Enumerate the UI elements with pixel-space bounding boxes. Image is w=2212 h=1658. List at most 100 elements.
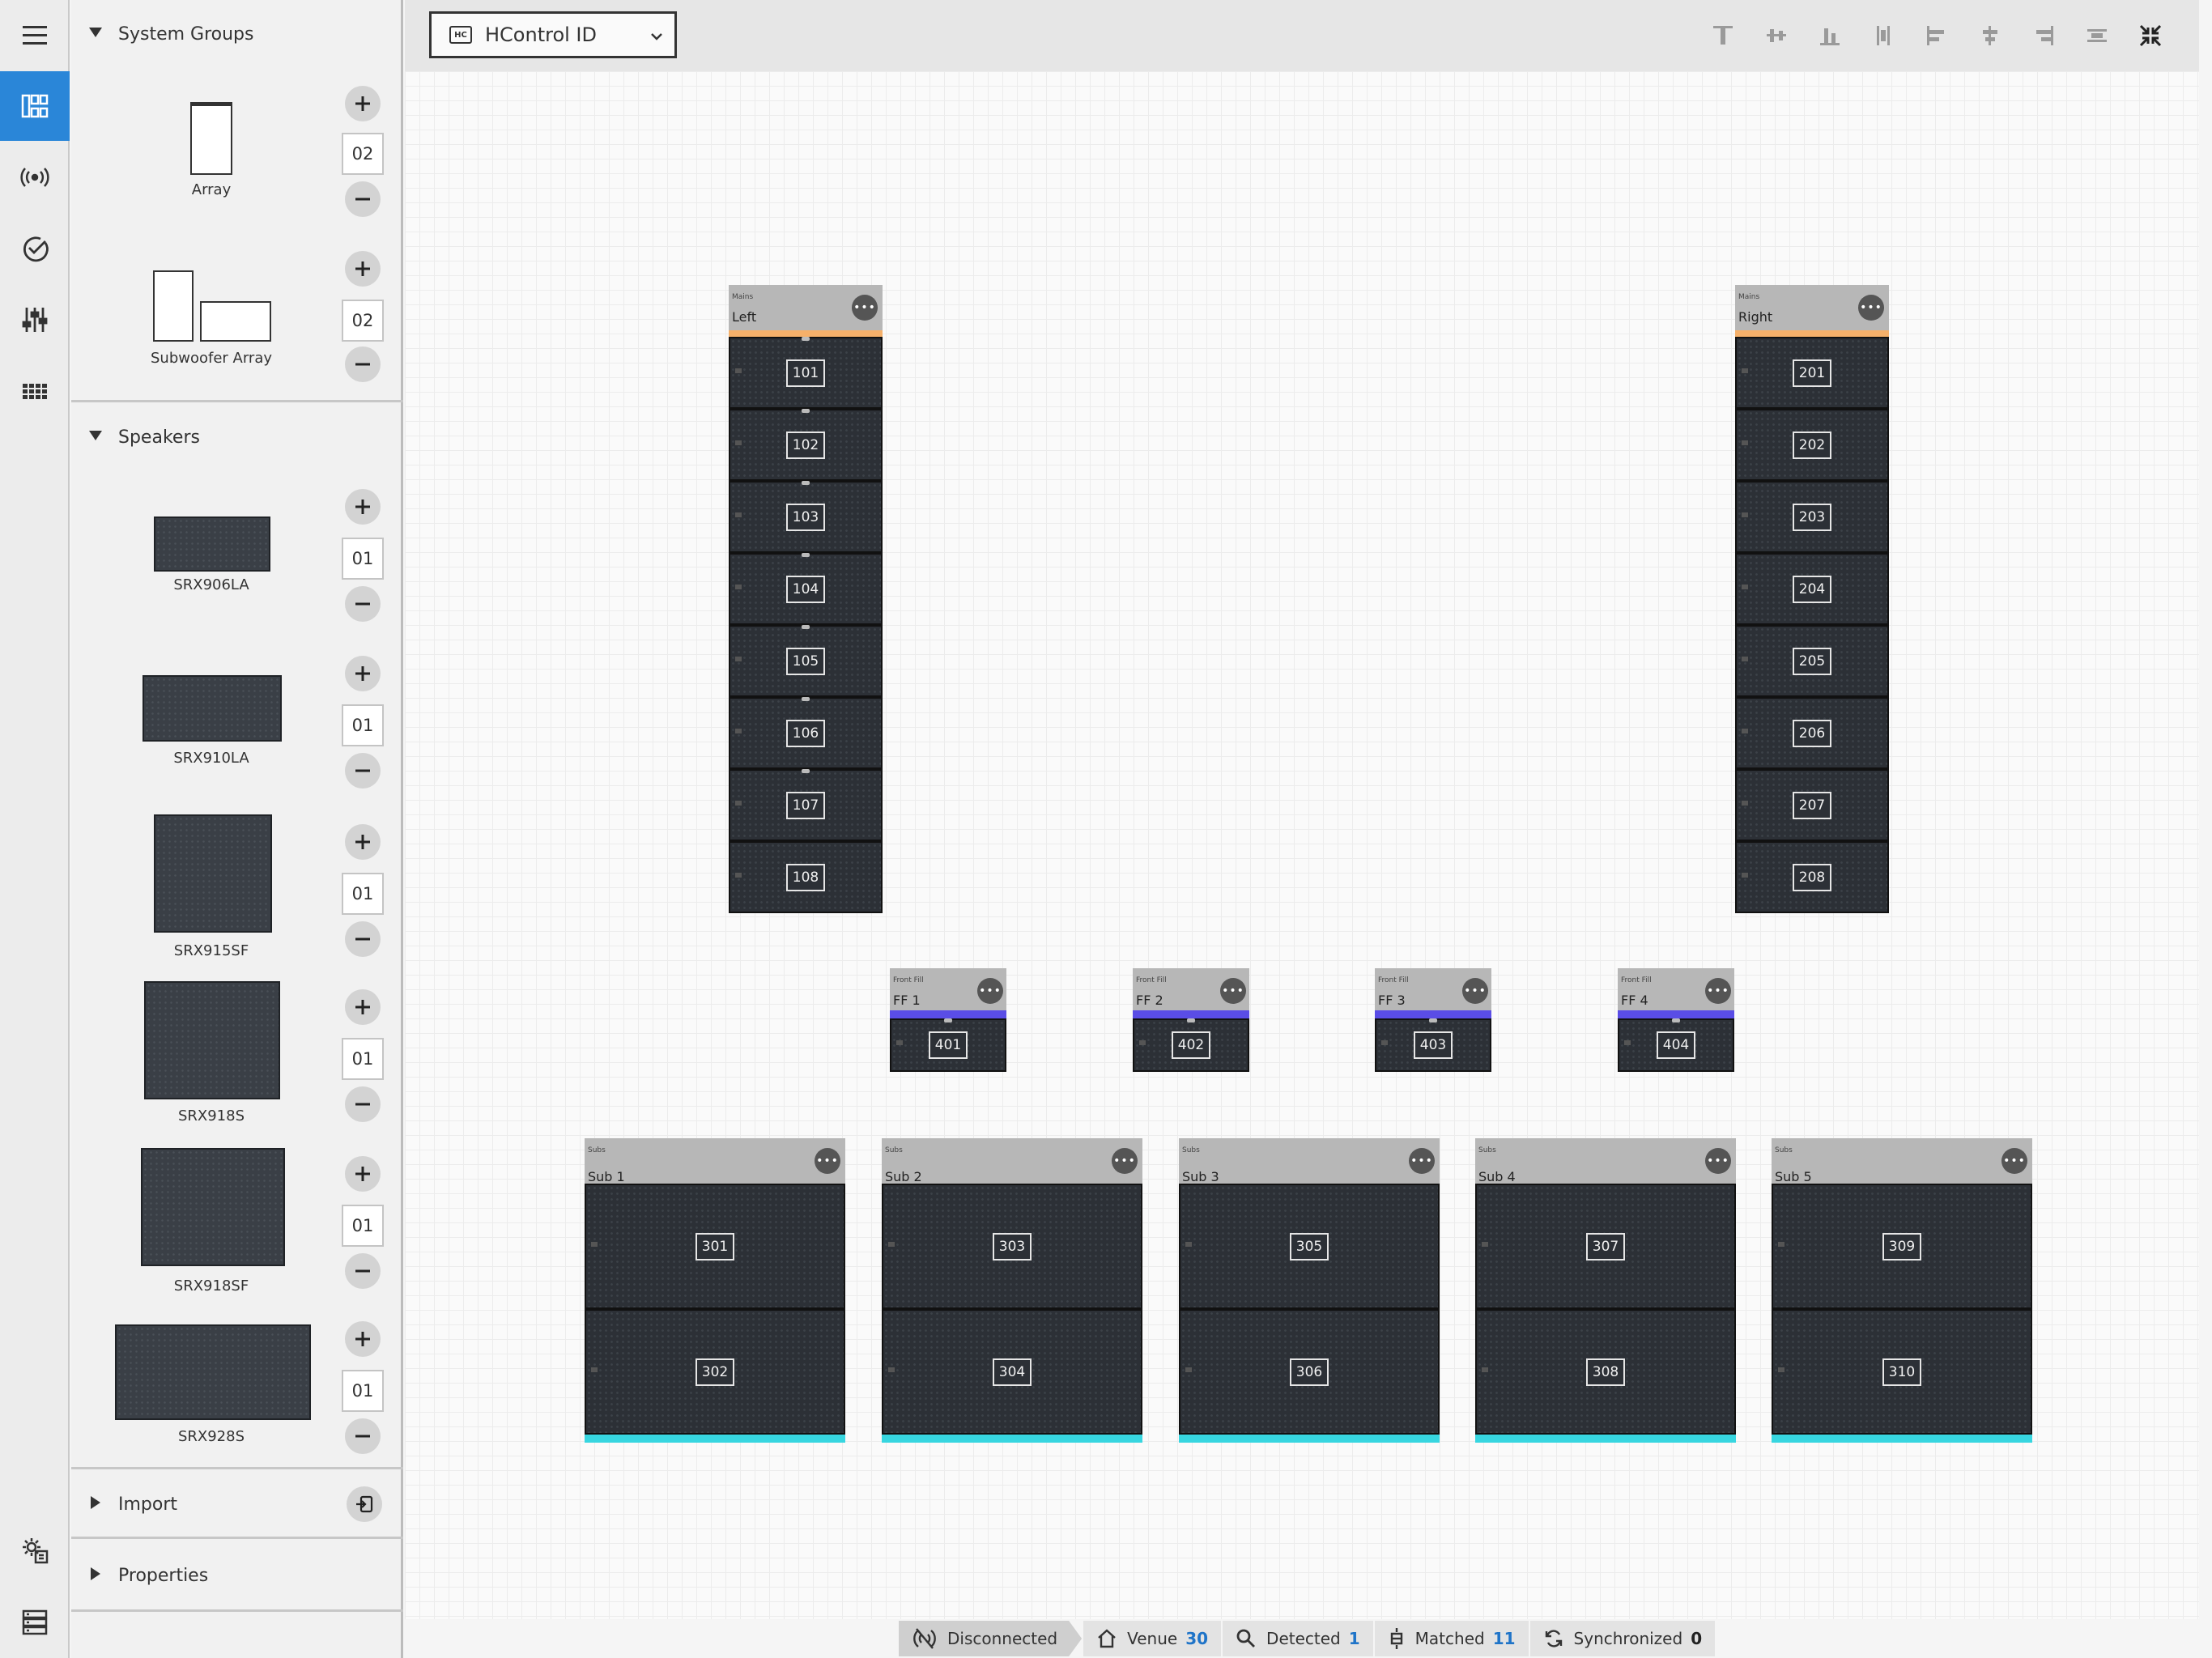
- more-options-icon[interactable]: •••: [852, 295, 878, 321]
- detected-status[interactable]: Detected 1: [1223, 1621, 1373, 1656]
- library-item-srx918sf[interactable]: SRX918SF 01: [71, 1148, 403, 1307]
- layout-icon[interactable]: [0, 71, 70, 141]
- speaker-group[interactable]: Subs Sub 5 ••• 309 310: [1772, 1138, 2032, 1443]
- speaker-cabinet[interactable]: 102: [729, 409, 883, 481]
- decrement-button[interactable]: [345, 346, 381, 382]
- speaker-group[interactable]: Front Fill FF 3 ••• 403: [1375, 968, 1491, 1075]
- count-field[interactable]: 01: [342, 1205, 384, 1247]
- align-top-icon[interactable]: [1707, 19, 1739, 52]
- connection-status[interactable]: Disconnected: [899, 1621, 1082, 1656]
- increment-button[interactable]: [345, 824, 381, 860]
- count-field[interactable]: 01: [342, 538, 384, 580]
- more-options-icon[interactable]: •••: [977, 978, 1003, 1004]
- library-item-srx918s[interactable]: SRX918S 01: [71, 981, 403, 1140]
- more-options-icon[interactable]: •••: [1112, 1148, 1138, 1174]
- distribute-horizontal-icon[interactable]: [2081, 19, 2113, 52]
- distribute-vertical-icon[interactable]: [1867, 19, 1899, 52]
- align-right-icon[interactable]: [2027, 19, 2060, 52]
- grid-dots-icon[interactable]: [0, 356, 70, 426]
- count-field[interactable]: 01: [342, 873, 384, 915]
- more-options-icon[interactable]: •••: [1462, 978, 1488, 1004]
- more-options-icon[interactable]: •••: [2001, 1148, 2027, 1174]
- library-item-srx906la[interactable]: SRX906LA 01: [71, 483, 403, 641]
- synchronized-status[interactable]: Synchronized 0: [1529, 1621, 1716, 1656]
- speaker-cabinet[interactable]: 205: [1735, 625, 1889, 697]
- matched-status[interactable]: Matched 11: [1374, 1621, 1529, 1656]
- decrement-button[interactable]: [345, 753, 381, 789]
- library-item-subwoofer-array[interactable]: Subwoofer Array 02: [71, 248, 403, 410]
- align-left-icon[interactable]: [1921, 19, 1953, 52]
- sliders-icon[interactable]: [0, 285, 70, 355]
- properties-header[interactable]: Properties: [71, 1546, 403, 1605]
- settings-device-icon[interactable]: [0, 1516, 70, 1585]
- speaker-group[interactable]: Subs Sub 1 ••• 301 302: [585, 1138, 845, 1443]
- library-item-array[interactable]: Array 02: [71, 81, 403, 243]
- library-item-srx928s[interactable]: SRX928S 01: [71, 1318, 403, 1464]
- speaker-cabinet[interactable]: 309: [1772, 1184, 2032, 1309]
- increment-button[interactable]: [345, 656, 381, 691]
- more-options-icon[interactable]: •••: [1220, 978, 1246, 1004]
- increment-button[interactable]: [345, 86, 381, 121]
- speaker-group[interactable]: Front Fill FF 4 ••• 404: [1618, 968, 1734, 1075]
- venue-status[interactable]: Venue 30: [1083, 1621, 1222, 1656]
- speaker-cabinet[interactable]: 106: [729, 697, 883, 769]
- layout-canvas[interactable]: Mains Left ••• 101 102 103 104 105 106 107 108 Main…: [405, 71, 2199, 1619]
- more-options-icon[interactable]: •••: [815, 1148, 840, 1174]
- align-middle-icon[interactable]: [1760, 19, 1793, 52]
- speaker-group[interactable]: Subs Sub 4 ••• 307 308: [1475, 1138, 1736, 1443]
- check-circle-icon[interactable]: [0, 214, 70, 283]
- server-list-icon[interactable]: [0, 1587, 70, 1656]
- decrement-button[interactable]: [345, 586, 381, 622]
- count-field[interactable]: 01: [342, 1370, 384, 1412]
- system-groups-header[interactable]: System Groups: [71, 5, 403, 63]
- more-options-icon[interactable]: •••: [1409, 1148, 1435, 1174]
- count-field[interactable]: 01: [342, 704, 384, 746]
- speaker-group[interactable]: Subs Sub 2 ••• 303 304: [882, 1138, 1142, 1443]
- decrement-button[interactable]: [345, 1253, 381, 1289]
- speaker-cabinet[interactable]: 301: [585, 1184, 845, 1309]
- speaker-cabinet[interactable]: 302: [585, 1309, 845, 1435]
- speaker-cabinet[interactable]: 207: [1735, 769, 1889, 841]
- library-item-srx910la[interactable]: SRX910LA 01: [71, 649, 403, 808]
- speaker-cabinet[interactable]: 304: [882, 1309, 1142, 1435]
- speaker-cabinet[interactable]: 103: [729, 481, 883, 553]
- speaker-cabinet[interactable]: 105: [729, 625, 883, 697]
- speaker-cabinet[interactable]: 107: [729, 769, 883, 841]
- increment-button[interactable]: [345, 1321, 381, 1357]
- speaker-group[interactable]: Front Fill FF 1 ••• 401: [890, 968, 1006, 1075]
- speaker-cabinet[interactable]: 108: [729, 841, 883, 913]
- speaker-cabinet[interactable]: 307: [1475, 1184, 1736, 1309]
- speaker-group[interactable]: Mains Right ••• 201 202 203 204 205 206 207 208: [1735, 285, 1889, 913]
- speaker-cabinet[interactable]: 208: [1735, 841, 1889, 913]
- speaker-cabinet[interactable]: 101: [729, 337, 883, 409]
- speaker-cabinet[interactable]: 404: [1618, 1018, 1734, 1072]
- increment-button[interactable]: [345, 989, 381, 1025]
- speaker-cabinet[interactable]: 401: [890, 1018, 1006, 1072]
- hcontrol-id-dropdown[interactable]: HC HControl ID: [429, 11, 677, 58]
- speaker-cabinet[interactable]: 303: [882, 1184, 1142, 1309]
- more-options-icon[interactable]: •••: [1705, 1148, 1731, 1174]
- speakers-header[interactable]: Speakers: [71, 408, 403, 466]
- library-item-srx915sf[interactable]: SRX915SF 01: [71, 814, 403, 973]
- speaker-cabinet[interactable]: 402: [1133, 1018, 1249, 1072]
- align-center-icon[interactable]: [1974, 19, 2006, 52]
- more-options-icon[interactable]: •••: [1858, 295, 1884, 321]
- speaker-cabinet[interactable]: 306: [1179, 1309, 1440, 1435]
- import-icon[interactable]: [347, 1486, 382, 1522]
- count-field[interactable]: 02: [342, 300, 384, 342]
- decrement-button[interactable]: [345, 181, 381, 217]
- increment-button[interactable]: [345, 1156, 381, 1192]
- speaker-cabinet[interactable]: 203: [1735, 481, 1889, 553]
- decrement-button[interactable]: [345, 921, 381, 957]
- speaker-cabinet[interactable]: 310: [1772, 1309, 2032, 1435]
- speaker-cabinet[interactable]: 403: [1375, 1018, 1491, 1072]
- speaker-group[interactable]: Subs Sub 3 ••• 305 306: [1179, 1138, 1440, 1443]
- speaker-cabinet[interactable]: 201: [1735, 337, 1889, 409]
- speaker-group[interactable]: Front Fill FF 2 ••• 402: [1133, 968, 1249, 1075]
- collapse-icon[interactable]: [2134, 19, 2167, 52]
- speaker-cabinet[interactable]: 308: [1475, 1309, 1736, 1435]
- align-bottom-icon[interactable]: [1814, 19, 1846, 52]
- wireless-icon[interactable]: [0, 142, 70, 212]
- speaker-cabinet[interactable]: 305: [1179, 1184, 1440, 1309]
- import-header[interactable]: Import: [71, 1475, 403, 1533]
